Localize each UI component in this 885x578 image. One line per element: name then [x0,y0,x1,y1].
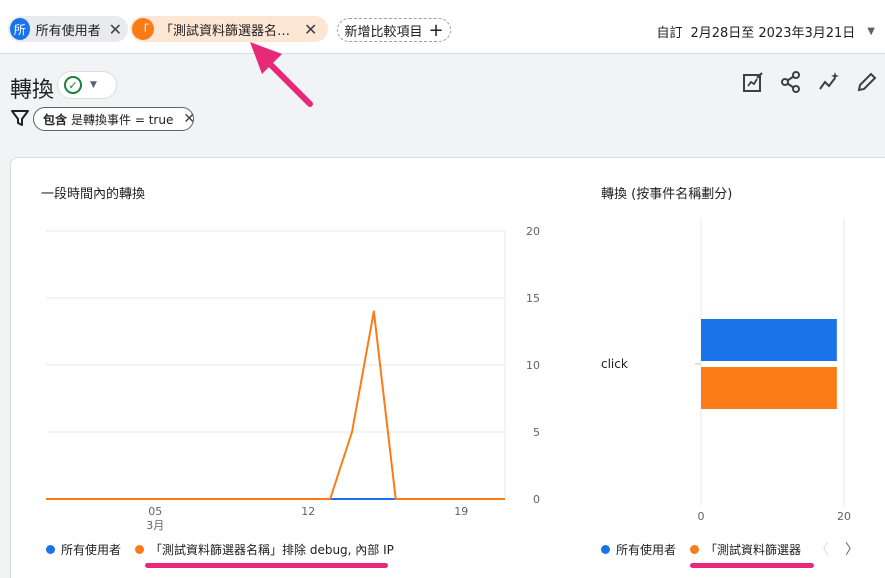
y-tick-label: 10 [526,359,540,372]
customize-report-icon[interactable] [741,70,765,94]
legend-pager: 〈 〉 [815,539,859,559]
series-line [46,310,505,500]
annotation-underline [690,563,814,568]
x-tick-sublabel: 3月 [146,519,164,532]
legend-dot [601,545,610,554]
filter-prefix: 包含 [43,112,68,127]
x-tick-label: 0 [698,510,705,523]
y-tick-label: 0 [533,493,540,506]
bar [701,319,837,361]
legend-item[interactable]: 所有使用者 [601,541,676,558]
date-range-picker[interactable]: 自訂 2月28日至 2023年3月21日 ▼ [656,22,875,41]
report-toolbar [741,70,879,94]
check-circle-icon: ✓ [64,76,82,94]
annotation-arrow [250,42,313,107]
legend-label: 所有使用者 [61,543,122,557]
annotation-underline [145,563,388,568]
x-tick-label: 05 [148,505,162,518]
comparison-bar: 所 所有使用者 ✕ 「 「測試資料篩選器名稱... ✕ 新增比較項目 + 自訂 … [0,0,885,54]
legend-item[interactable]: 「測試資料篩選器名稱」排除 debug, 內部 IP [135,541,394,558]
legend-dot [135,545,145,554]
add-comparison-button[interactable]: 新增比較項目 + [337,18,451,42]
bar-chart-legend: 所有使用者 「測試資料篩選器 [601,541,813,558]
legend-dot [46,545,55,554]
legend-label: 「測試資料篩選器 [705,543,802,557]
plus-icon: + [428,19,444,41]
legend-label: 所有使用者 [616,543,677,557]
legend-dot [690,545,700,554]
data-quality-dropdown[interactable]: ✓ ▼ [57,71,117,99]
filter-chip[interactable]: 包含 是轉換事件 = true ✕ [33,107,195,131]
legend-item[interactable]: 所有使用者 [46,541,121,558]
date-range-text: 2月28日至 2023年3月21日 [690,26,856,41]
y-tick-label: 15 [526,292,540,305]
category-label: click [601,357,628,371]
line-chart-title: 一段時間內的轉換 [41,187,146,202]
legend-item[interactable]: 「測試資料篩選器 [690,541,801,558]
chevron-down-icon: ▼ [867,26,875,37]
edit-icon[interactable] [855,70,879,94]
y-tick-label: 5 [533,426,540,439]
bar [701,367,837,409]
bar-chart: 0 20 click [601,218,851,523]
x-tick-label: 19 [454,505,468,518]
date-preset: 自訂 [656,26,683,41]
x-tick-label: 12 [301,505,315,518]
bar-chart-title: 轉換 (按事件名稱劃分) [601,187,733,202]
x-tick-label: 20 [837,510,851,523]
filter-icon[interactable] [11,109,29,131]
add-comparison-label: 新增比較項目 [344,24,423,40]
legend-label: 「測試資料篩選器名稱」排除 debug, 內部 IP [150,543,394,557]
chevron-right-icon[interactable]: 〉 [845,539,859,559]
comparison-label: 所有使用者 [35,23,101,39]
comparison-chip-all-users[interactable]: 所 所有使用者 ✕ [8,16,128,42]
comparison-badge: 所 [10,18,30,40]
page-title: 轉換 [10,78,55,103]
line-chart-legend: 所有使用者 「測試資料篩選器名稱」排除 debug, 內部 IP [46,541,408,558]
line-chart: 05101520053月12 19 [46,225,540,532]
chevron-left-icon[interactable]: 〈 [815,539,829,559]
caret-down-icon: ▼ [90,80,97,90]
filter-text: 是轉換事件 = true [71,112,174,127]
share-icon[interactable] [779,70,803,94]
close-icon[interactable]: ✕ [109,20,122,39]
close-icon[interactable]: ✕ [183,111,195,127]
insights-icon[interactable] [817,70,841,94]
comparison-badge: 「 [132,18,154,40]
y-tick-label: 20 [526,225,540,238]
